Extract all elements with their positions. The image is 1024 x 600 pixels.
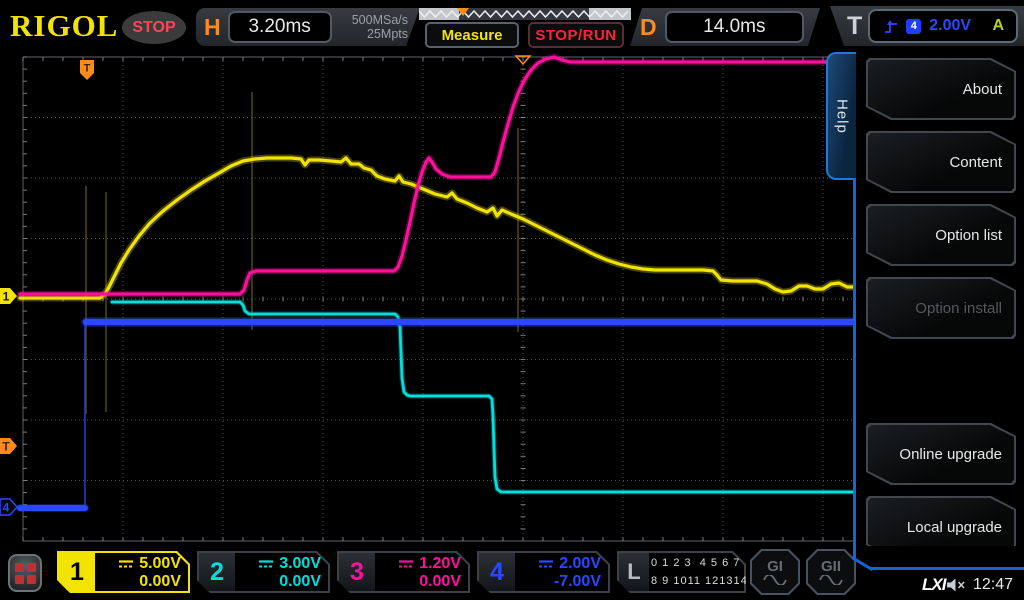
logic-box[interactable]: L 0 1 2 3 4 5 6 7 8 9 1011 12131415 [617, 551, 746, 593]
menu-border-line [853, 178, 856, 558]
channel-scale: 3.00V [279, 555, 321, 572]
logic-channels: 0 1 2 3 4 5 6 7 8 9 1011 12131415 [651, 554, 740, 590]
channel-number: 1 [59, 553, 95, 591]
help-tab[interactable]: Help [826, 52, 856, 180]
sine-wave-icon [819, 575, 843, 585]
trigger-source-chip: 4 [906, 18, 922, 34]
help-menu-panel: About Content Option list Option install… [856, 46, 1024, 570]
trigger-mode-badge: A [992, 17, 1004, 34]
menu-item-label: About [962, 80, 1002, 98]
memory-depth: 25Mpts [367, 27, 408, 41]
channel3-box[interactable]: 3 1.20V 0.00V [337, 551, 470, 593]
dc-coupling-icon [118, 559, 134, 569]
channel-number: 4 [479, 553, 515, 591]
bottom-bar: 1 5.00V 0.00V 2 3.00V 0.00V 3 1.20V 0.00… [0, 546, 1024, 600]
channel-scale: 5.00V [139, 555, 181, 572]
d-badge: D [640, 13, 657, 40]
logic-label: L [619, 553, 649, 591]
channel-scale: 2.00V [559, 555, 601, 572]
sound-muted-icon [947, 578, 965, 592]
channel-scale: 1.20V [419, 555, 461, 572]
trigger-group[interactable]: T 4 2.00V A [830, 6, 1024, 46]
channel-offset: 0.00V [419, 573, 461, 590]
menu-item-label: Online upgrade [899, 445, 1002, 463]
channel-offset: 0.00V [279, 573, 321, 590]
trace-ch1 [18, 156, 857, 300]
header-bar: RIGOL STOP H 3.20ms 500MSa/s 25Mpts Meas… [0, 0, 1024, 52]
delay-group[interactable]: D 14.0ms [630, 8, 820, 46]
trigger-settings-box[interactable]: 4 2.00V A [868, 9, 1018, 43]
rigol-logo: RIGOL [10, 8, 119, 43]
svg-text:4: 4 [3, 501, 10, 515]
acq-status-badge: STOP [122, 11, 186, 44]
navigation-menu-button[interactable] [8, 554, 42, 592]
gen1-label: GI [767, 558, 783, 575]
t-badge: T [847, 11, 863, 40]
menu-item-label: Option list [935, 226, 1002, 244]
delay-value[interactable]: 14.0ms [665, 11, 804, 43]
gen2-label: GII [820, 558, 841, 575]
grid-icon [14, 562, 36, 584]
gen2-button[interactable]: GII [806, 549, 856, 595]
sine-wave-icon [763, 575, 787, 585]
trigger-level-value: 2.00V [929, 17, 972, 34]
oscilloscope-screen: { "header": { "logo": "RIGOL", "acq_stat… [0, 0, 1024, 600]
timebase-value[interactable]: 3.20ms [228, 11, 332, 43]
channel2-box[interactable]: 2 3.00V 0.00V [197, 551, 330, 593]
stop-run-button[interactable]: STOP/RUN [528, 22, 624, 48]
clock: 12:47 [973, 576, 1014, 593]
measure-button[interactable]: Measure [425, 22, 519, 48]
sample-rate: 500MSa/s [351, 13, 408, 27]
trigger-slope-icon [885, 19, 898, 33]
svg-text:T: T [84, 63, 91, 75]
dc-coupling-icon [398, 559, 414, 569]
dc-coupling-icon [258, 559, 274, 569]
channel-offset: -7.00V [553, 573, 601, 590]
about-button[interactable]: About [866, 58, 1016, 120]
svg-text:T: T [2, 440, 10, 454]
horizontal-group[interactable]: H 3.20ms 500MSa/s 25Mpts [196, 8, 420, 46]
acquisition-rates: 500MSa/s 25Mpts [352, 13, 408, 41]
lxi-badge: LXI [922, 575, 946, 594]
logic-row2: 8 9 1011 12131415 [651, 575, 762, 587]
menu-item-label: Option install [915, 299, 1002, 317]
online-upgrade-button[interactable]: Online upgrade [866, 423, 1016, 485]
option-install-button[interactable]: Option install [866, 277, 1016, 339]
menu-border-line [870, 567, 1024, 570]
help-tab-label: Help [833, 98, 851, 134]
option-list-button[interactable]: Option list [866, 204, 1016, 266]
channel-number: 2 [199, 553, 235, 591]
channel1-box[interactable]: 1 5.00V 0.00V [57, 551, 190, 593]
channel4-box[interactable]: 4 2.00V -7.00V [477, 551, 610, 593]
svg-text:1: 1 [3, 290, 10, 304]
channel-number: 3 [339, 553, 375, 591]
content-button[interactable]: Content [866, 131, 1016, 193]
trace-ch3 [18, 55, 857, 296]
logic-row1: 0 1 2 3 4 5 6 7 [651, 557, 741, 569]
menu-item-label: Content [949, 153, 1002, 171]
gen1-button[interactable]: GI [750, 549, 800, 595]
waveform-overview-bar[interactable] [419, 7, 631, 21]
h-badge: H [204, 13, 221, 40]
dc-coupling-icon [538, 559, 554, 569]
channel-offset: 0.00V [139, 573, 181, 590]
